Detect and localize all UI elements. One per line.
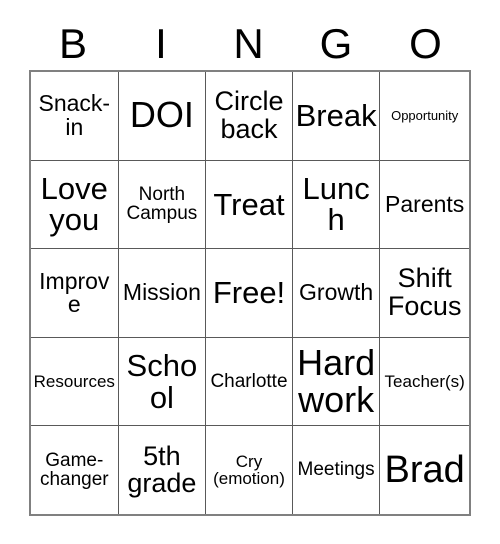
- bingo-cell[interactable]: Cry (emotion): [206, 426, 293, 514]
- bingo-cell-label: North Campus: [126, 184, 198, 225]
- bingo-cell[interactable]: Love you: [31, 160, 119, 249]
- bingo-cell[interactable]: Growth: [292, 249, 381, 337]
- bingo-header-letter-b: B: [58, 20, 87, 67]
- bingo-cell-label: Parents: [385, 190, 465, 217]
- bingo-cell[interactable]: Hard work: [292, 337, 381, 426]
- bingo-cell-label: Shift Focus: [387, 263, 462, 321]
- bingo-cell-label: Opportunity: [391, 108, 459, 124]
- bingo-cell[interactable]: Shift Focus: [380, 249, 469, 337]
- bingo-cell-label: Free!: [212, 275, 286, 311]
- bingo-row: Resources School Charlotte Hard work Teacher…: [31, 337, 469, 427]
- bingo-cell[interactable]: Snack- in: [31, 72, 119, 160]
- bingo-cell-label: Resources: [33, 371, 115, 391]
- bingo-cell-label: Game- changer: [39, 449, 109, 491]
- bingo-cell-label: Snack- in: [38, 90, 111, 140]
- bingo-cell-label: Circle back: [214, 86, 284, 144]
- bingo-cell[interactable]: Break: [292, 72, 381, 160]
- bingo-cell[interactable]: School: [118, 337, 207, 426]
- bingo-cell[interactable]: Opportunity: [380, 72, 469, 160]
- bingo-cell-label: Break: [295, 97, 377, 133]
- bingo-grid: Snack- in DOI Circle back Break Opportunity L…: [29, 70, 471, 516]
- bingo-row: Improve Mission Free! Growth Shift Focus: [31, 249, 469, 338]
- bingo-cell-label: Mission: [122, 279, 201, 306]
- bingo-cell[interactable]: Game- changer: [31, 426, 119, 514]
- bingo-cell[interactable]: Teacher(s): [380, 337, 469, 426]
- bingo-row: Game- changer 5th grade Cry (emotion) Meeti…: [31, 426, 469, 514]
- bingo-header-letter-i: I: [155, 20, 167, 67]
- bingo-cell[interactable]: Charlotte: [206, 337, 293, 426]
- bingo-cell[interactable]: Mission: [118, 249, 207, 337]
- bingo-header-letter-n: N: [233, 20, 264, 67]
- bingo-free-space-cell[interactable]: Free!: [206, 249, 293, 337]
- bingo-cell[interactable]: 5th grade: [118, 426, 207, 514]
- bingo-header-row: BINGO: [29, 18, 471, 70]
- bingo-cell-label: School: [126, 347, 198, 415]
- bingo-cell[interactable]: Circle back: [206, 72, 293, 160]
- bingo-row: Love you North Campus Treat Lunch Parents: [31, 160, 469, 250]
- bingo-cell-label: Treat: [213, 186, 285, 222]
- bingo-cell[interactable]: Meetings: [292, 426, 381, 514]
- bingo-cell-label: Charlotte: [210, 370, 288, 392]
- bingo-cell-label: Meetings: [297, 459, 375, 481]
- bingo-cell[interactable]: Lunch: [292, 160, 381, 249]
- bingo-cell-label: Lunch: [302, 170, 370, 238]
- bingo-cell[interactable]: Improve: [31, 249, 119, 337]
- bingo-cell-label: DOI: [129, 94, 194, 136]
- bingo-cell-label: Improve: [39, 267, 110, 317]
- bingo-cell[interactable]: Resources: [31, 337, 119, 426]
- bingo-cell-label: Hard work: [297, 341, 376, 420]
- bingo-header-letter-o: O: [409, 20, 442, 67]
- bingo-header-letter-g: G: [319, 20, 353, 67]
- bingo-cell[interactable]: Brad: [380, 426, 469, 514]
- bingo-card: B I N G O Snack- in DOI Circle back Break Opport…: [0, 0, 500, 544]
- bingo-cell-label: Love you: [40, 170, 108, 238]
- bingo-cell-label: Brad: [384, 448, 465, 491]
- bingo-cell-label: 5th grade: [127, 440, 197, 499]
- bingo-cell[interactable]: Treat: [206, 160, 293, 249]
- bingo-cell-label: Growth: [299, 279, 374, 306]
- bingo-cell-label: Teacher(s): [384, 371, 465, 391]
- bingo-cell[interactable]: DOI: [118, 72, 207, 160]
- bingo-cell[interactable]: North Campus: [118, 160, 207, 249]
- bingo-row: Snack- in DOI Circle back Break Opportunity: [31, 72, 469, 161]
- bingo-cell-label: Cry (emotion): [213, 451, 285, 489]
- bingo-cell[interactable]: Parents: [380, 160, 469, 249]
